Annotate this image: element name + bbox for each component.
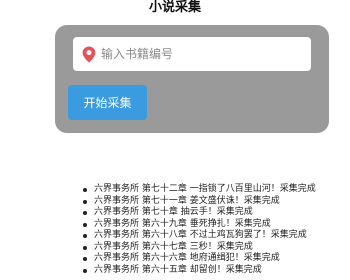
log-item-text: 六界事务所 第六十六章 地府通缉犯！采集完成 — [94, 253, 280, 263]
log-item: 六界事务所 第七十一章 姜文盛伏诛！采集完成 — [80, 196, 316, 208]
log-item: 六界事务所 第七十二章 一指锁了八百里山河！采集完成 — [80, 184, 316, 196]
log-item: 六界事务所 第六十五章 却留创！采集完成 — [80, 265, 316, 277]
log-item-text: 六界事务所 第七十章 抽云手！采集完成 — [94, 207, 253, 217]
page-title: 小说采集 — [148, 0, 201, 15]
bullet-icon — [83, 199, 87, 204]
log-item: 六界事务所 第六十八章 不过土鸡瓦狗罢了！采集完成 — [80, 230, 316, 242]
map-pin-icon — [82, 46, 96, 63]
log-item: 六界事务所 第六十九章 垂死挣扎！采集完成 — [80, 219, 316, 231]
bullet-icon — [83, 268, 87, 273]
start-collect-button[interactable]: 开始采集 — [68, 85, 147, 120]
log-item-text: 六界事务所 第六十八章 不过土鸡瓦狗罢了！采集完成 — [94, 230, 307, 240]
log-item-text: 六界事务所 第六十五章 却留创！采集完成 — [94, 264, 262, 275]
log-item: 六界事务所 第六十六章 地府通缉犯！采集完成 — [80, 253, 316, 265]
book-id-input[interactable] — [101, 37, 301, 71]
log-item-text: 六界事务所 第六十七章 三秒！采集完成 — [94, 241, 253, 252]
bullet-icon — [83, 257, 87, 261]
bullet-icon — [83, 188, 87, 192]
bullet-icon — [83, 234, 87, 238]
collect-log-list: 六界事务所 第七十二章 一指锁了八百里山河！采集完成 六界事务所 第七十一章 姜… — [80, 184, 316, 276]
bullet-icon — [83, 222, 87, 227]
log-item-text: 六界事务所 第七十二章 一指锁了八百里山河！采集完成 — [94, 184, 316, 194]
bullet-icon — [83, 245, 87, 250]
log-item-text: 六界事务所 第六十九章 垂死挣扎！采集完成 — [94, 218, 271, 229]
log-item: 六界事务所 第六十七章 三秒！采集完成 — [80, 242, 316, 254]
search-box[interactable] — [73, 37, 311, 71]
log-item-text: 六界事务所 第七十一章 姜文盛伏诛！采集完成 — [94, 195, 280, 206]
collect-panel: 开始采集 — [55, 25, 329, 133]
log-item: 六界事务所 第七十章 抽云手！采集完成 — [80, 207, 316, 219]
bullet-icon — [83, 211, 87, 215]
